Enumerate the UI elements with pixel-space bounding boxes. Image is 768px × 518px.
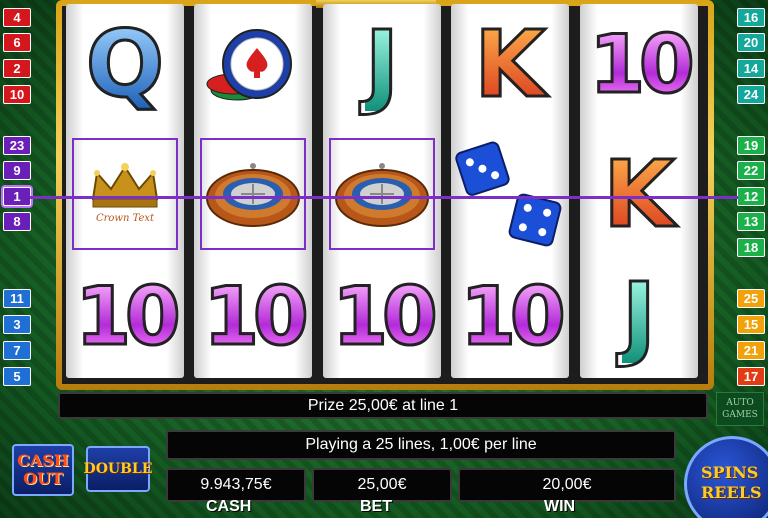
- bet-value[interactable]: 25,00€: [312, 468, 452, 502]
- right-line-badge-19[interactable]: 19: [737, 136, 765, 155]
- left-line-badge-23[interactable]: 23: [3, 136, 31, 155]
- right-line-badge-18[interactable]: 18: [737, 238, 765, 257]
- right-line-badge-25[interactable]: 25: [737, 289, 765, 308]
- reel-4: K 10: [451, 4, 569, 378]
- bet-caption: BET: [360, 498, 392, 515]
- cash-out-label-line2: OUT: [23, 469, 63, 488]
- symbol-k: K: [602, 141, 676, 248]
- svg-text:Crown Text: Crown Text: [96, 213, 155, 224]
- cash-caption: CASH: [206, 498, 252, 515]
- left-line-badge-9[interactable]: 9: [3, 161, 31, 180]
- right-line-badge-20[interactable]: 20: [737, 33, 765, 52]
- left-line-badge-1[interactable]: 1: [3, 187, 31, 206]
- cash-out-button[interactable]: CASH OUT: [12, 444, 74, 496]
- symbol-10: 10: [331, 270, 439, 363]
- right-line-badge-12[interactable]: 12: [737, 187, 765, 206]
- right-line-badge-21[interactable]: 21: [737, 341, 765, 360]
- right-line-badge-16[interactable]: 16: [737, 8, 765, 27]
- spin-label-line1: SPINS: [701, 463, 759, 482]
- symbol-k: K: [473, 11, 547, 118]
- left-line-badge-5[interactable]: 5: [3, 367, 31, 386]
- win-value: 20,00€: [458, 468, 676, 502]
- symbol-10: 10: [588, 18, 696, 111]
- right-line-badge-22[interactable]: 22: [737, 161, 765, 180]
- right-line-badge-24[interactable]: 24: [737, 85, 765, 104]
- left-line-badge-11[interactable]: 11: [3, 289, 31, 308]
- spin-label-line2: REELS: [701, 483, 762, 502]
- double-label: DOUBLE: [83, 461, 153, 477]
- right-line-badges: 16 20 14 24 19 22 12 13 18 25 15 21 17: [734, 0, 768, 390]
- auto-games-label-line2: GAMES: [722, 410, 758, 420]
- winning-payline: [30, 196, 738, 199]
- win-caption: WIN: [544, 498, 576, 515]
- symbol-10: 10: [202, 270, 310, 363]
- symbol-q: Q: [84, 11, 165, 118]
- left-line-badge-10[interactable]: 10: [3, 85, 31, 104]
- crown-icon: Crown Text: [72, 138, 178, 250]
- reel-1: Q Crown Text 10: [66, 4, 184, 378]
- roulette-wheel-icon: [329, 138, 435, 250]
- casino-chip-icon: [198, 8, 308, 122]
- lines-info-message: Playing a 25 lines, 1,00€ per line: [166, 430, 676, 460]
- roulette-wheel-icon: [200, 138, 306, 250]
- symbol-j: J: [620, 263, 657, 370]
- left-line-badge-4[interactable]: 4: [3, 8, 31, 27]
- left-line-badge-2[interactable]: 2: [3, 59, 31, 78]
- cash-out-label-line1: CASH: [17, 451, 69, 470]
- left-line-badge-7[interactable]: 7: [3, 341, 31, 360]
- symbol-10: 10: [74, 270, 182, 363]
- right-line-badge-17[interactable]: 17: [737, 367, 765, 386]
- left-line-badge-6[interactable]: 6: [3, 33, 31, 52]
- auto-games-button[interactable]: AUTO GAMES: [716, 392, 764, 426]
- symbol-10: 10: [459, 270, 567, 363]
- reel-2: 10: [194, 4, 312, 378]
- double-button[interactable]: DOUBLE: [83, 446, 153, 492]
- left-line-badge-8[interactable]: 8: [3, 212, 31, 231]
- cash-value: 9.943,75€: [166, 468, 306, 502]
- symbol-j: J: [363, 11, 400, 118]
- right-line-badge-14[interactable]: 14: [737, 59, 765, 78]
- auto-games-label-line1: AUTO: [726, 398, 754, 408]
- left-line-badge-3[interactable]: 3: [3, 315, 31, 334]
- right-line-badge-15[interactable]: 15: [737, 315, 765, 334]
- left-line-badges: 4 6 2 10 23 9 1 8 11 3 7 5: [0, 0, 34, 390]
- spin-reels-button[interactable]: SPINS REELS: [684, 436, 768, 518]
- dice-icon: [455, 138, 565, 252]
- reel-3: J 10: [323, 4, 441, 378]
- reel-5: 10 K J: [580, 4, 698, 378]
- prize-message: Prize 25,00€ at line 1: [58, 392, 708, 419]
- right-line-badge-13[interactable]: 13: [737, 212, 765, 231]
